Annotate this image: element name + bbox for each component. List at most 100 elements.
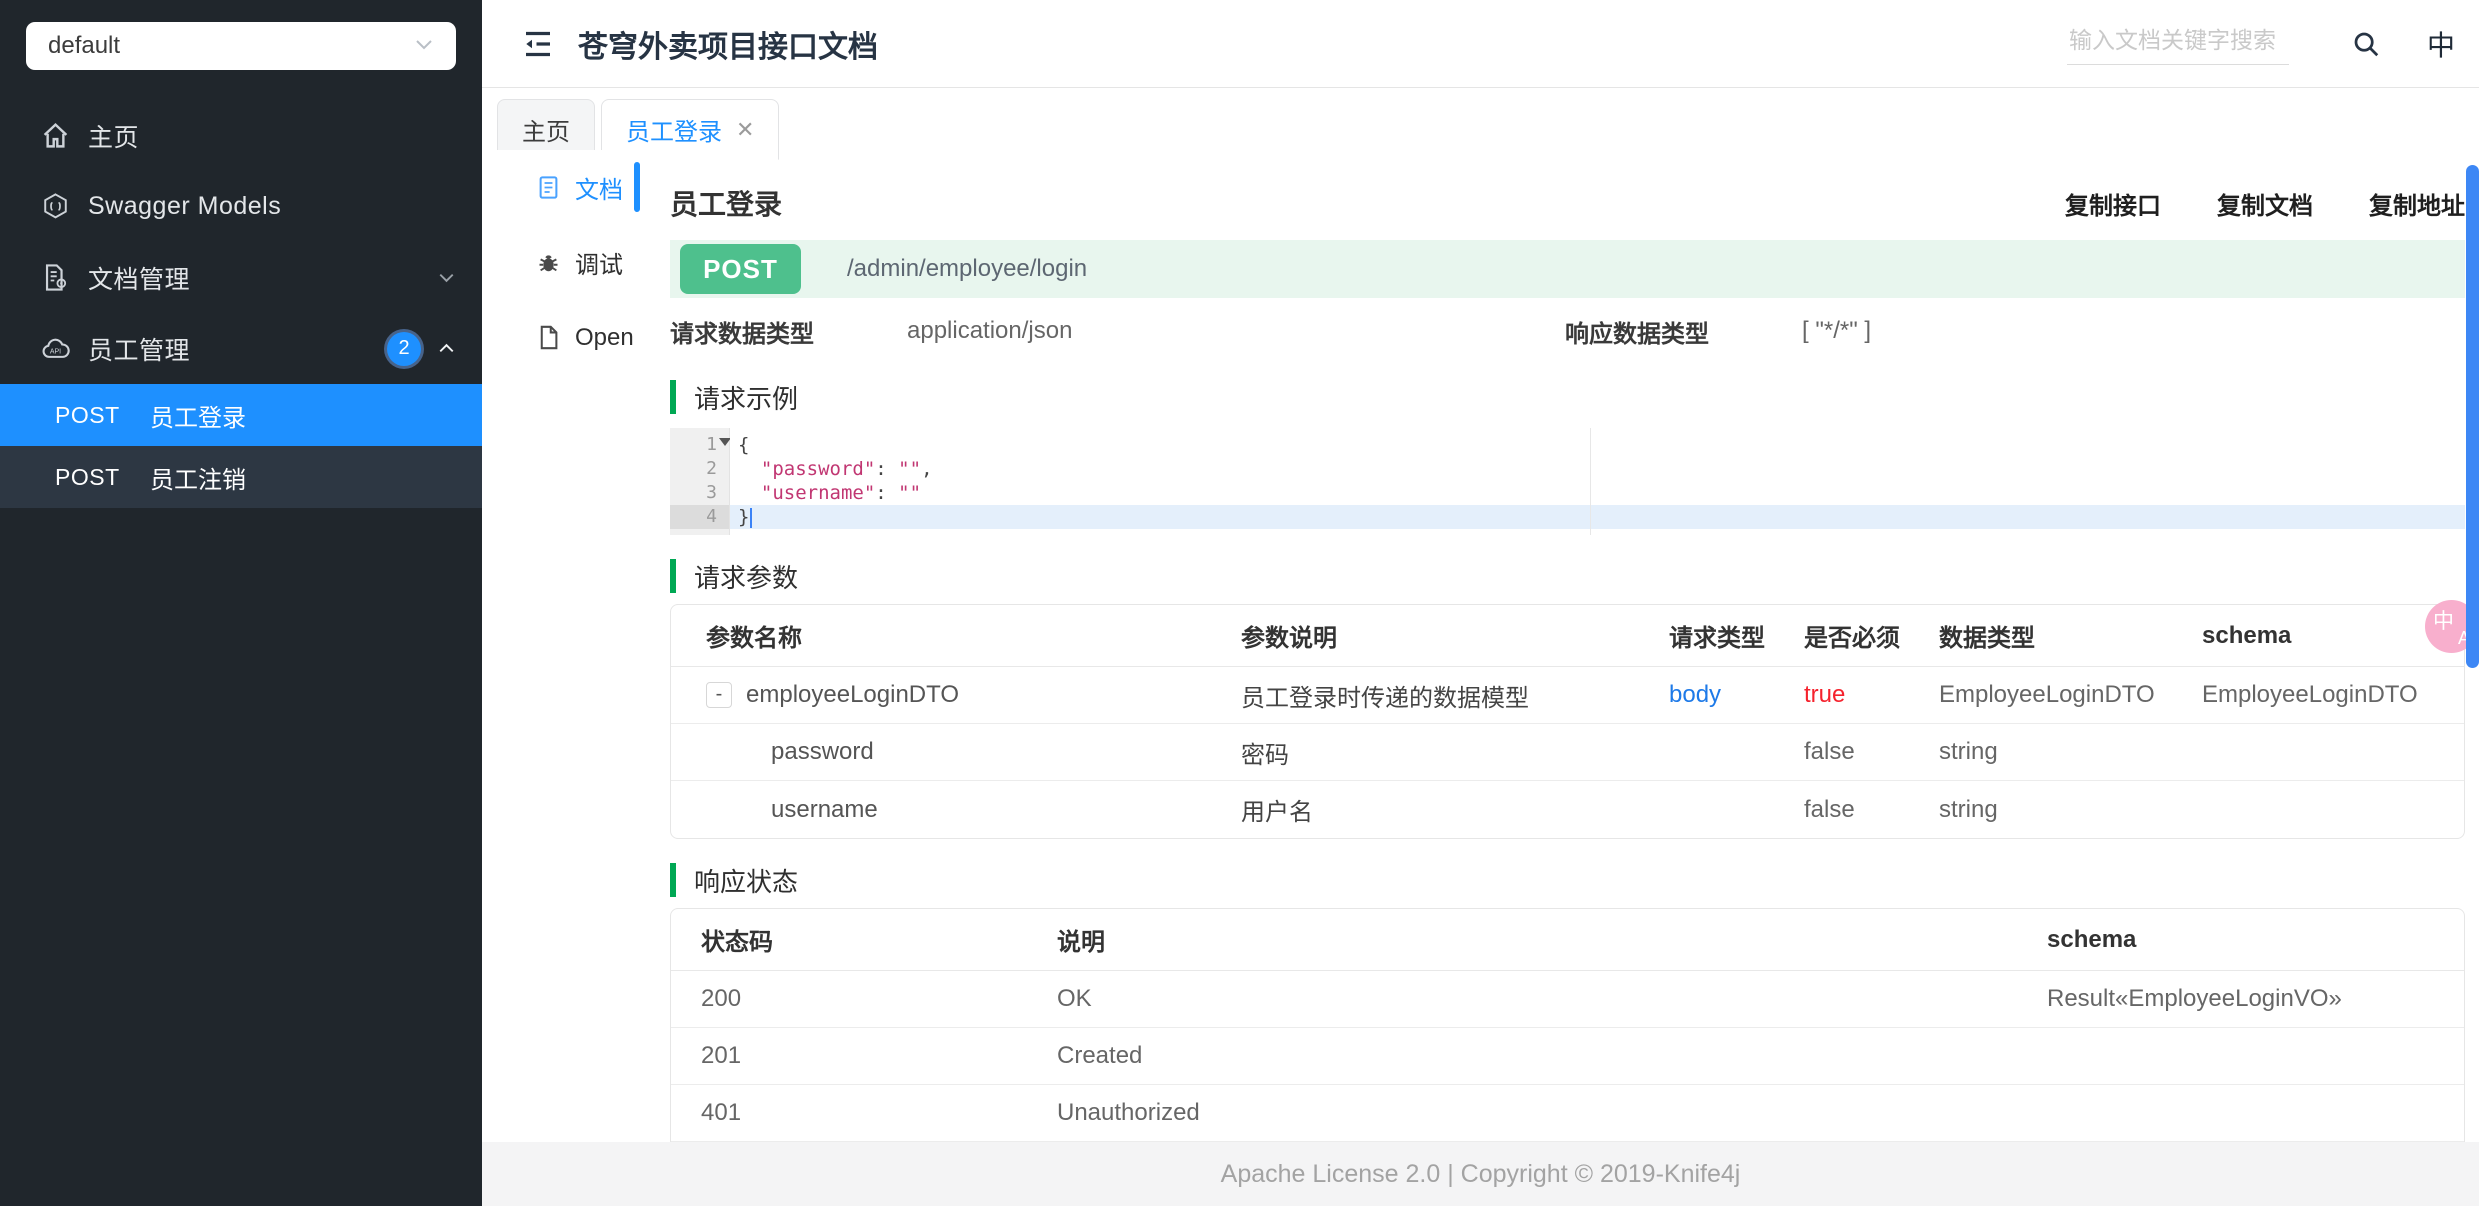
text-caret [750,507,753,528]
tab-strip: 主页 员工登录 ✕ [482,89,2479,160]
copy-doc-button[interactable]: 复制文档 [2217,186,2313,221]
params-header-row: 参数名称 参数说明 请求类型 是否必须 数据类型 schema [671,605,2464,667]
table-row: username 用户名 false string [771,795,1998,827]
section-accent-bar [670,380,676,414]
sidebar-item-label: 主页 [88,123,140,152]
line-number: 2 [706,458,717,479]
editor-code-area: { "password": "", "username": ""} [730,428,2465,535]
table-row: 201 Created [671,1028,2464,1085]
line-number: 4 [670,505,729,529]
content-type-row: 请求数据类型 application/json 响应数据类型 [ "*/*" ] [670,306,2465,356]
sidebar-subitem-employee-login[interactable]: POST 员工登录 [0,384,482,446]
sidebar-item-label: 员工管理 [88,336,191,365]
column-header: 参数名称 [671,605,1241,667]
api-name-label: 员工注销 [150,466,246,494]
sidebar-item-employee-manage[interactable]: API 员工管理 2 [0,313,482,384]
copy-addr-button[interactable]: 复制地址 [2369,186,2465,221]
models-icon [38,192,72,221]
header-right: 中 [2066,23,2479,65]
table-row: password 密码 false string [671,724,2464,781]
api-head: 员工登录 复制接口 复制文档 复制地址 [670,178,2465,228]
section-accent-bar [670,559,676,593]
page-title: 苍穹外卖项目接口文档 [578,30,878,64]
endpoint-strip: POST /admin/employee/login [670,240,2465,298]
home-icon [38,121,72,150]
footer: Apache License 2.0 | Copyright © 2019-Kn… [482,1142,2479,1206]
code-line: } [730,505,2465,529]
copy-button-group: 复制接口 复制文档 复制地址 [2065,186,2465,221]
status-header-row: 状态码 说明 schema [671,909,2464,971]
svg-text:API: API [49,348,60,355]
line-number: 1 [670,433,731,457]
request-params-table: 参数名称 参数说明 请求类型 是否必须 数据类型 schema - employeeLogi… [670,604,2465,839]
sidebar-submenu: POST 员工登录 POST 员工注销 [0,384,482,508]
api-name-label: 员工登录 [150,404,246,432]
copy-api-button[interactable]: 复制接口 [2065,186,2161,221]
line-number: 3 [706,482,717,503]
search-icon[interactable] [2351,29,2381,59]
docbar-item-doc[interactable]: 文档 [482,150,640,225]
column-header: 状态码 [671,909,1057,971]
footer-text: Apache License 2.0 | Copyright © 2019-Kn… [1220,1159,1741,1188]
column-header: 数据类型 [1939,605,2202,667]
group-select-value: default [48,32,121,59]
collapse-toggle[interactable]: - [706,682,732,708]
sidebar-item-swagger-models[interactable]: Swagger Models [0,171,482,242]
doc-icon [535,174,562,201]
endpoint-path: /admin/employee/login [847,255,1088,282]
bug-icon [535,249,562,276]
group-select-chevron-down-icon [412,32,436,61]
sidebar-item-doc-manage[interactable]: 文档管理 [0,242,482,313]
code-line: "username": "" [760,482,922,504]
left-sidebar: default 主页 Swagger Models 文档管理 API 员工管理 2 POS… [0,0,482,1206]
scrollbar-thumb[interactable] [2466,165,2479,668]
response-type-label: 响应数据类型 [1565,320,1709,348]
method-label: POST [55,401,120,428]
method-badge: POST [680,244,801,294]
close-icon[interactable]: ✕ [736,117,754,143]
method-label: POST [55,463,120,490]
api-doc-panel: 员工登录 复制接口 复制文档 复制地址 POST /admin/employee/l… [640,160,2465,1200]
code-line: "password": "", [760,458,933,480]
section-response-status: 响应状态 [670,863,2465,897]
docbar-item-open[interactable]: Open [482,300,640,375]
column-header: schema [2202,605,2464,667]
column-header: 请求类型 [1669,605,1804,667]
sidebar-menu: 主页 Swagger Models 文档管理 API 员工管理 2 [0,100,482,384]
column-header: 是否必须 [1804,605,1939,667]
editor-gutter: 12 34 [670,428,731,535]
menu-fold-icon[interactable] [520,26,556,62]
docbar-item-debug[interactable]: 调试 [482,225,640,300]
column-header: 参数说明 [1241,605,1669,667]
api-title: 员工登录 [670,189,783,220]
column-header: 说明 [1057,909,2047,971]
header: 苍穹外卖项目接口文档 中 [482,0,2479,88]
section-request-params: 请求参数 [670,559,2465,593]
search-input[interactable] [2068,26,2287,54]
chevron-down-icon [435,266,458,289]
doc-sidebar: 文档 调试 Open [482,150,640,375]
doc-manage-icon [38,263,72,292]
sidebar-item-home[interactable]: 主页 [0,100,482,171]
sidebar-subitem-employee-logout[interactable]: POST 员工注销 [0,446,482,508]
group-select[interactable]: default [26,22,456,70]
response-type-value: [ "*/*" ] [1802,317,1872,344]
editor-print-margin [1590,428,1591,535]
chevron-up-icon [435,337,458,360]
params-body: - employeeLoginDTO 员工登录时传递的数据模型 body true Emp… [671,667,2464,838]
count-badge: 2 [387,331,421,366]
code-line: { [738,434,750,456]
request-in-type: body [1669,681,1722,708]
sidebar-item-label: Swagger Models [88,192,282,220]
search-box [2066,23,2289,65]
table-row: 200 OK Result«EmployeeLoginVO» [671,971,2464,1028]
file-icon [535,324,562,351]
json-example-editor[interactable]: 12 34 { "password": "", "username": ""} [670,428,2465,535]
translate-zh-glyph: 中 [2433,610,2454,633]
api-cloud-icon: API [38,333,72,364]
table-row: 401 Unauthorized [671,1085,2464,1142]
section-request-example: 请求示例 [670,380,2465,414]
language-toggle[interactable]: 中 [2427,24,2455,64]
section-accent-bar [670,863,676,897]
request-type-label: 请求数据类型 [670,320,814,348]
